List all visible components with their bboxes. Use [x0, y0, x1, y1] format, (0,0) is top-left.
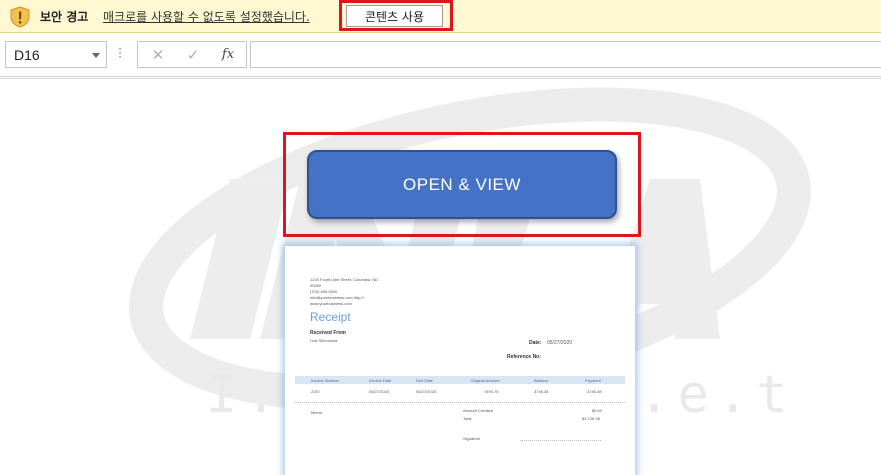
- macro-disabled-message-link[interactable]: 매크로를 사용할 수 없도록 설정했습니다.: [103, 8, 310, 25]
- received-from-name: Lisa Simmonds: [310, 338, 338, 343]
- cancel-icon[interactable]: ✕: [140, 42, 176, 67]
- receipt-cell: 7493.75: [484, 389, 499, 394]
- receipt-cell: 3746.38: [587, 389, 602, 394]
- name-box[interactable]: D16: [5, 41, 107, 68]
- date-label: Date:: [529, 340, 542, 346]
- name-box-value: D16: [14, 47, 40, 63]
- open-and-view-button[interactable]: OPEN & VIEW: [307, 150, 617, 219]
- receipt-column-header: Balance: [534, 378, 549, 383]
- receipt-table-header: [295, 376, 625, 384]
- receipt-column-header: Invoice Number: [311, 378, 340, 383]
- received-from-label: Received From: [310, 330, 346, 336]
- receipt-divider: [295, 402, 625, 403]
- receipt-address-line: www.yourbusiness.com: [310, 301, 352, 306]
- receipt-document-image: 1234 Fourth Ave Street, Columbia, ND 000…: [285, 246, 635, 475]
- amount-credited-value: $0.00: [592, 408, 603, 413]
- receipt-address-line: 1234 Fourth Ave Street, Columbia, ND: [310, 277, 379, 282]
- receipt-cell: 05/27/2020: [416, 389, 437, 394]
- vertical-dots-icon[interactable]: · · ·: [117, 43, 123, 63]
- formula-input[interactable]: [250, 41, 881, 68]
- signature-label: Signature: [463, 436, 481, 441]
- receipt-address-line: info@yourbusiness.com http://: [310, 295, 364, 300]
- date-value: 05/27/2020: [547, 340, 573, 346]
- signature-line: [521, 440, 601, 441]
- memo-label: Memo: [311, 410, 323, 415]
- formula-bar: D16 · · · ✕ ✓ fx: [0, 33, 881, 77]
- receipt-address-line: (700) 555-0000: [310, 289, 338, 294]
- receipt-title: Receipt: [310, 310, 351, 324]
- receipt-cell: 05/27/2020: [369, 389, 390, 394]
- enable-content-highlight: [339, 0, 453, 31]
- receipt-cell: 3746.38: [534, 389, 549, 394]
- chevron-down-icon[interactable]: [92, 53, 100, 58]
- receipt-cell: 2267: [311, 389, 320, 394]
- total-value: $3,746.38: [582, 416, 600, 421]
- receipt-column-header: Due Date: [416, 378, 433, 383]
- security-warning-title: 보안 경고: [40, 10, 89, 24]
- enter-check-icon[interactable]: ✓: [175, 42, 211, 67]
- total-label: Total: [463, 416, 472, 421]
- formula-buttons: ✕ ✓ fx: [137, 41, 247, 68]
- receipt-column-header: Invoice Date: [369, 378, 392, 383]
- amount-credited-label: Amount Credited: [463, 408, 494, 413]
- security-warning-bar: 보안 경고 매크로를 사용할 수 없도록 설정했습니다. 콘텐츠 사용: [0, 0, 881, 33]
- receipt-address-line: 00000: [310, 283, 322, 288]
- receipt-column-header: Original Amount: [471, 378, 500, 383]
- worksheet-area[interactable]: I.n.t.e.r.n.e.t OPEN & VIEW 1234 Fourth …: [0, 78, 881, 475]
- warning-shield-icon: [10, 6, 30, 28]
- insert-function-icon[interactable]: fx: [210, 42, 246, 67]
- reference-label: Reference No:: [507, 354, 541, 360]
- receipt-column-header: Payment: [585, 378, 601, 383]
